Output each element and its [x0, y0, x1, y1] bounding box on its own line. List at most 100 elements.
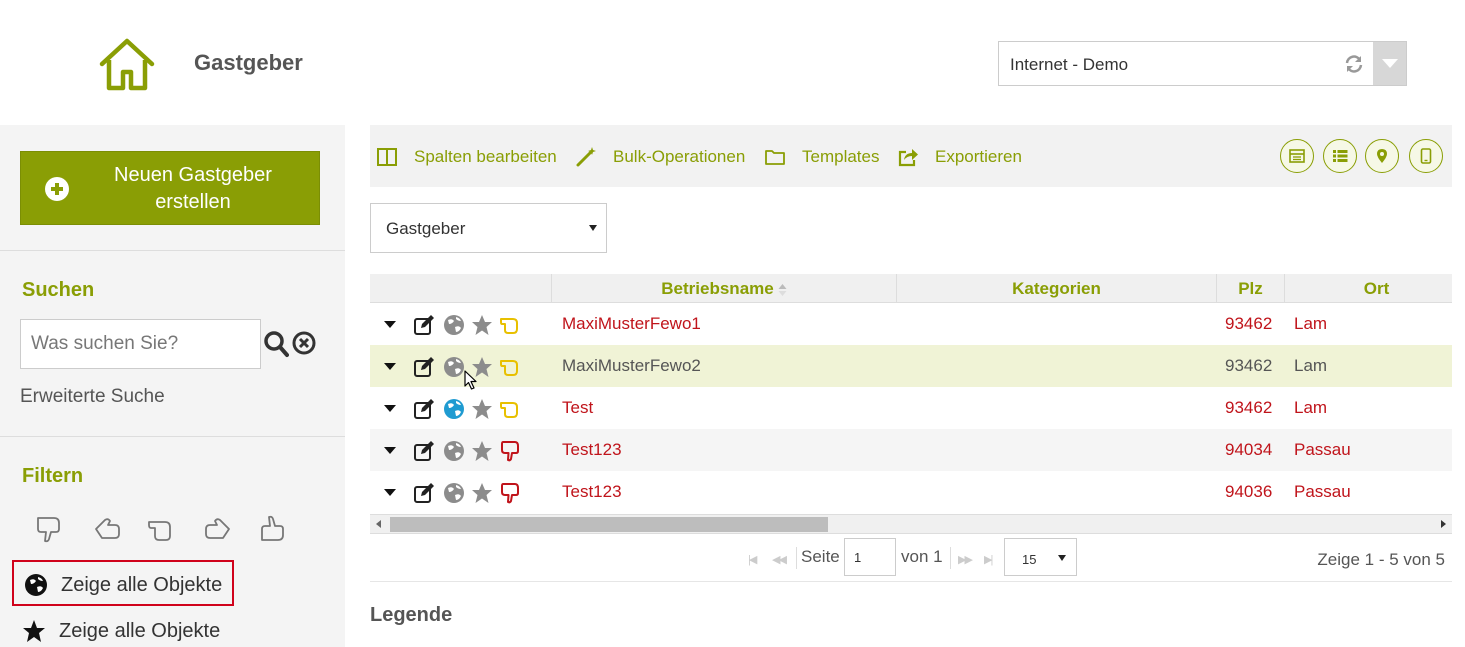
cell-ort: Lam	[1294, 356, 1328, 375]
table-view-button[interactable]	[1280, 139, 1314, 173]
page-size-select[interactable]: 15	[1004, 538, 1077, 576]
page-label: Seite	[801, 547, 840, 566]
expand-row-icon[interactable]	[384, 363, 396, 370]
star-icon[interactable]	[471, 398, 493, 420]
edit-icon[interactable]	[413, 398, 435, 420]
column-header-betriebsname[interactable]: Betriebsname	[551, 274, 896, 303]
last-page-icon[interactable]: ▶|	[984, 553, 993, 566]
edit-icon[interactable]	[413, 356, 435, 378]
thumb-left-icon[interactable]	[92, 514, 122, 544]
divider	[0, 250, 345, 251]
column-header-label: Ort	[1363, 279, 1390, 298]
prev-page-icon[interactable]: ◀◀	[772, 553, 787, 566]
column-header-label: Plz	[1238, 279, 1263, 298]
filter-option-label: Zeige alle Objekte	[59, 620, 221, 642]
edit-icon[interactable]	[413, 440, 435, 462]
caret-down-icon	[1058, 555, 1066, 561]
globe-icon[interactable]	[443, 440, 465, 462]
cell-plz: 93462	[1225, 314, 1273, 333]
folder-icon	[765, 150, 785, 165]
cell-betriebsname[interactable]: Test123	[562, 440, 622, 460]
rating-neutral-icon[interactable]	[499, 398, 521, 420]
page-size-value: 15	[1022, 552, 1037, 567]
client-select[interactable]: Internet - Demo	[998, 41, 1407, 86]
sort-icon	[778, 283, 787, 296]
new-host-button[interactable]: Neuen Gastgeber erstellen	[20, 151, 320, 225]
cell-plz: 93462	[1225, 356, 1273, 375]
globe-icon[interactable]	[443, 314, 465, 336]
cell-plz: 93462	[1225, 398, 1273, 417]
cell-betriebsname[interactable]: Test123	[562, 482, 622, 502]
cell-betriebsname[interactable]: MaxiMusterFewo1	[562, 314, 701, 334]
advanced-search-link[interactable]: Erweiterte Suche	[20, 386, 165, 408]
search-icon[interactable]	[263, 330, 289, 358]
column-header-ort[interactable]: Ort	[1284, 274, 1465, 303]
expand-row-icon[interactable]	[384, 447, 396, 454]
export-icon	[898, 149, 918, 167]
edit-columns-label: Spalten bearbeiten	[414, 147, 557, 166]
scroll-right-icon[interactable]	[1441, 520, 1446, 528]
expand-row-icon[interactable]	[384, 489, 396, 496]
horizontal-scrollbar[interactable]	[370, 514, 1452, 534]
edit-icon[interactable]	[413, 314, 435, 336]
search-title: Suchen	[22, 279, 95, 301]
rating-bad-icon[interactable]	[499, 482, 521, 504]
column-header-plz[interactable]: Plz	[1216, 274, 1284, 303]
page-count-label: von 1	[901, 547, 943, 566]
star-icon	[23, 620, 45, 642]
star-icon[interactable]	[471, 440, 493, 462]
cell-plz: 94034	[1225, 440, 1273, 459]
table-row[interactable]: Test 93462 Lam	[370, 387, 1452, 429]
home-icon[interactable]	[98, 38, 156, 92]
page-number-input[interactable]	[844, 538, 896, 576]
filter-show-all-starred[interactable]: Zeige alle Objekte	[12, 608, 234, 647]
expand-row-icon[interactable]	[384, 321, 396, 328]
globe-icon[interactable]	[443, 398, 465, 420]
rating-bad-icon[interactable]	[499, 440, 521, 462]
cell-ort: Passau	[1294, 440, 1351, 459]
mouse-cursor-icon	[464, 370, 477, 390]
column-header-kategorien[interactable]: Kategorien	[896, 274, 1216, 303]
cell-betriebsname[interactable]: Test	[562, 398, 593, 418]
scroll-left-icon[interactable]	[376, 520, 381, 528]
chevron-down-icon[interactable]	[1373, 42, 1406, 85]
edit-icon[interactable]	[413, 482, 435, 504]
map-view-icon	[1377, 149, 1387, 163]
refresh-icon[interactable]	[1343, 53, 1365, 75]
star-icon[interactable]	[471, 482, 493, 504]
filter-title: Filtern	[22, 465, 84, 487]
thumb-sideways-icon[interactable]	[146, 514, 176, 544]
star-icon[interactable]	[471, 314, 493, 336]
first-page-icon[interactable]: |◀	[748, 553, 757, 566]
table-row[interactable]: MaxiMusterFewo1 93462 Lam	[370, 303, 1452, 345]
list-view-button[interactable]	[1323, 139, 1357, 173]
caret-down-icon	[589, 225, 597, 231]
table-row[interactable]: Test123 94034 Passau	[370, 429, 1452, 471]
cell-ort: Lam	[1294, 314, 1328, 333]
search-input[interactable]	[20, 319, 261, 369]
map-view-button[interactable]	[1365, 139, 1399, 173]
globe-icon[interactable]	[443, 482, 465, 504]
legend-title: Legende	[370, 604, 453, 626]
object-type-select[interactable]: Gastgeber	[370, 203, 607, 253]
cell-plz: 94036	[1225, 482, 1273, 501]
next-page-icon[interactable]: ▶▶	[958, 553, 973, 566]
mobile-view-button[interactable]	[1409, 139, 1443, 173]
table-row[interactable]: MaxiMusterFewo2 93462 Lam	[370, 345, 1452, 387]
table-row[interactable]: Test123 94036 Passau	[370, 471, 1452, 513]
clear-search-icon[interactable]	[292, 331, 316, 355]
thumb-right-icon[interactable]	[203, 514, 233, 544]
filter-show-all-online[interactable]: Zeige alle Objekte	[12, 560, 234, 606]
cell-ort: Lam	[1294, 398, 1328, 417]
object-type-select-value: Gastgeber	[386, 219, 466, 238]
expand-row-icon[interactable]	[384, 405, 396, 412]
mobile-view-icon	[1420, 148, 1432, 164]
scrollbar-thumb[interactable]	[390, 517, 828, 532]
thumb-down-icon[interactable]	[34, 514, 64, 544]
rating-neutral-icon[interactable]	[499, 314, 521, 336]
rating-neutral-icon[interactable]	[499, 356, 521, 378]
thumb-up-icon[interactable]	[258, 514, 288, 544]
cell-betriebsname[interactable]: MaxiMusterFewo2	[562, 356, 701, 376]
column-header-label: Betriebsname	[661, 279, 774, 298]
globe-icon[interactable]	[443, 356, 465, 378]
